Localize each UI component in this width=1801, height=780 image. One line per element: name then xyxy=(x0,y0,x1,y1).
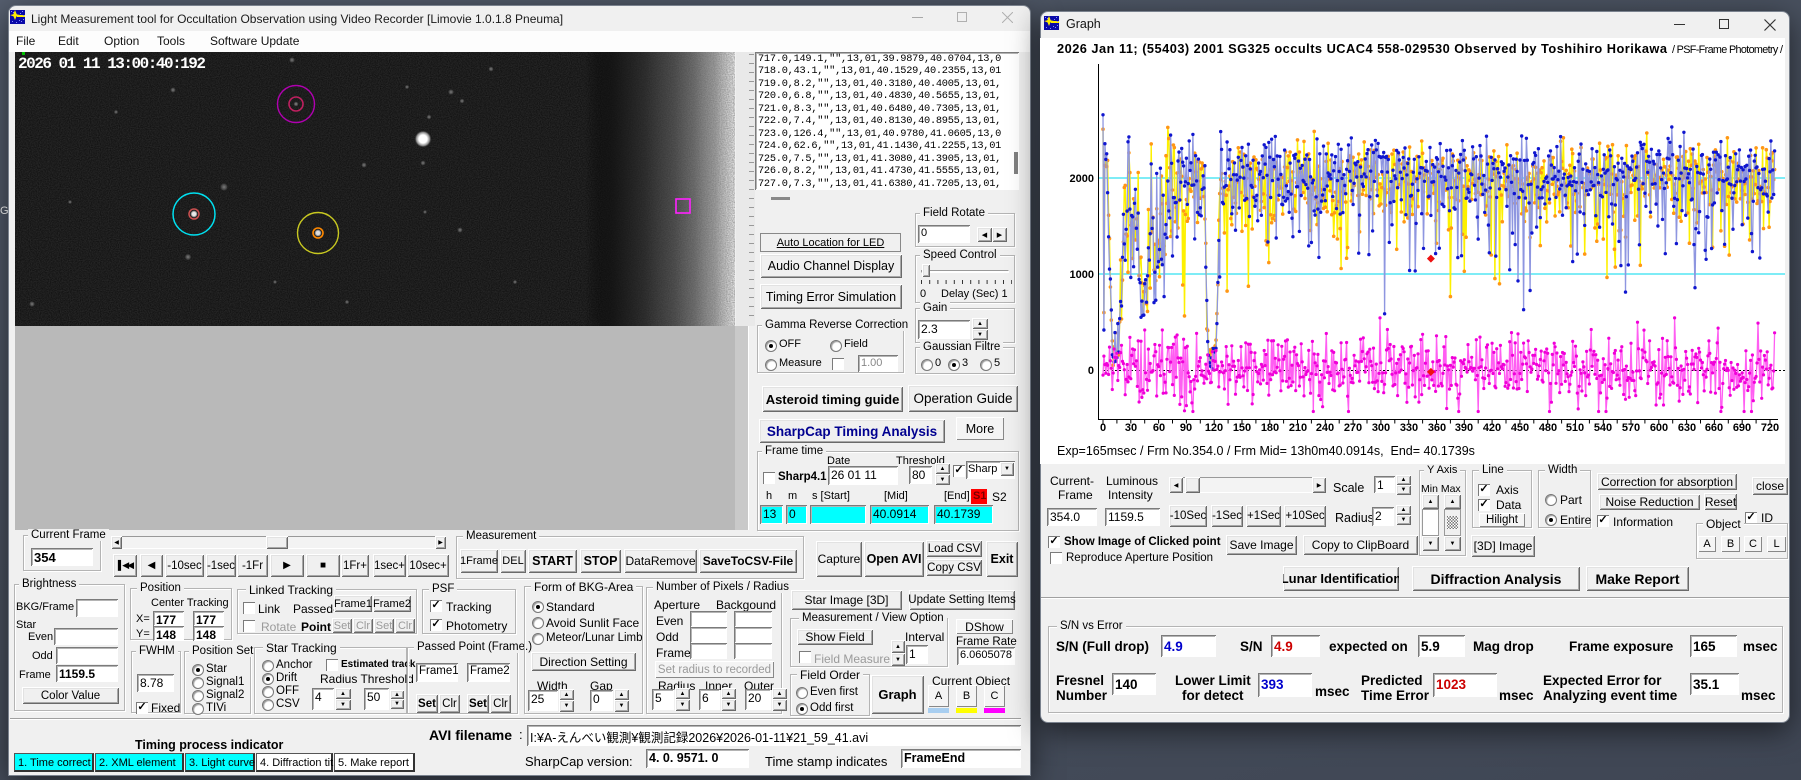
svg-text:270: 270 xyxy=(1344,422,1362,434)
svg-text:570: 570 xyxy=(1622,422,1640,434)
svg-text:/ PSF-Frame Photometry /: / PSF-Frame Photometry / xyxy=(1672,44,1783,56)
svg-text:390: 390 xyxy=(1455,422,1473,434)
svg-text:420: 420 xyxy=(1483,422,1501,434)
svg-text:540: 540 xyxy=(1594,422,1612,434)
svg-text:90: 90 xyxy=(1180,422,1192,434)
svg-text:330: 330 xyxy=(1400,422,1418,434)
svg-text:720: 720 xyxy=(1761,422,1779,434)
svg-text:0: 0 xyxy=(1100,422,1106,434)
svg-text:450: 450 xyxy=(1511,422,1529,434)
svg-text:690: 690 xyxy=(1733,422,1751,434)
svg-text:630: 630 xyxy=(1678,422,1696,434)
svg-text:240: 240 xyxy=(1316,422,1334,434)
svg-text:2026 01 11 13:00:40:192: 2026 01 11 13:00:40:192 xyxy=(18,55,206,73)
svg-text:150: 150 xyxy=(1233,422,1251,434)
svg-text:2000: 2000 xyxy=(1070,173,1094,185)
svg-text:0: 0 xyxy=(1088,365,1094,377)
svg-text:60: 60 xyxy=(1153,422,1165,434)
svg-text:180: 180 xyxy=(1261,422,1279,434)
svg-text:600: 600 xyxy=(1650,422,1668,434)
svg-text:510: 510 xyxy=(1566,422,1584,434)
svg-text:300: 300 xyxy=(1372,422,1390,434)
svg-text:120: 120 xyxy=(1205,422,1223,434)
svg-text:660: 660 xyxy=(1705,422,1723,434)
svg-text:2026 Jan 11; (55403) 2001 SG32: 2026 Jan 11; (55403) 2001 SG325 occults … xyxy=(1057,41,1668,56)
svg-text:480: 480 xyxy=(1539,422,1557,434)
svg-text:30: 30 xyxy=(1125,422,1137,434)
svg-text:210: 210 xyxy=(1289,422,1307,434)
svg-text:1000: 1000 xyxy=(1070,269,1094,281)
svg-text:360: 360 xyxy=(1428,422,1446,434)
